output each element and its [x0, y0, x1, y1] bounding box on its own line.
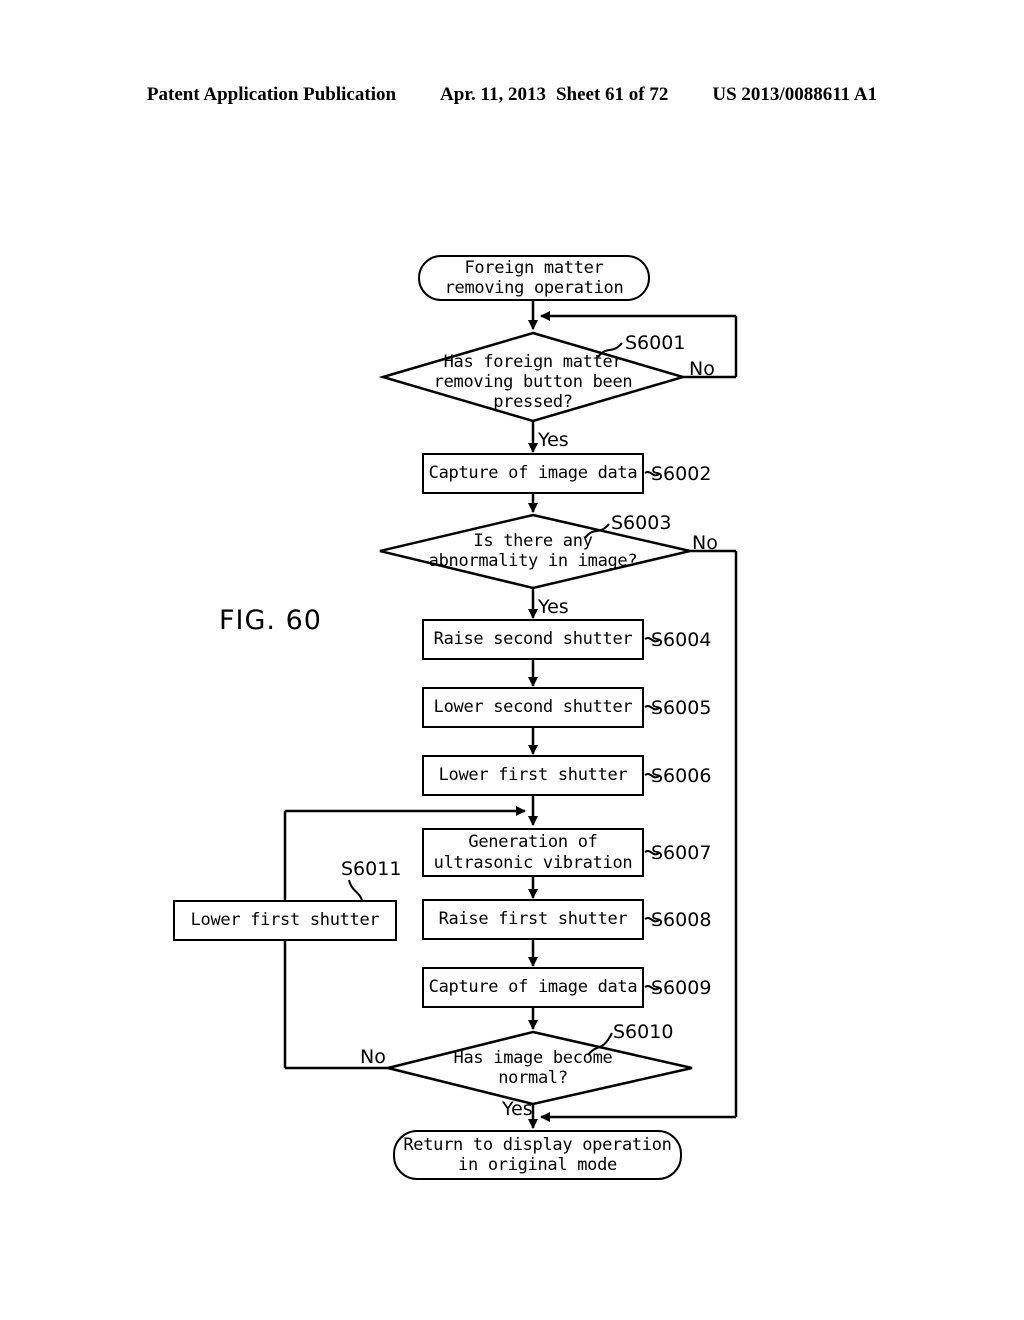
step-label-s6009: S6009 [651, 977, 712, 999]
step-label-s6008: S6008 [651, 909, 712, 931]
step-label-s6001: S6001 [625, 332, 686, 354]
branch-label-s6001-yes: Yes [538, 429, 569, 451]
step-label-s6007: S6007 [651, 842, 712, 864]
decision-text-s6001: Has foreign matter removing button been … [433, 352, 633, 413]
step-label-s6011: S6011 [341, 858, 402, 880]
terminal-end: Return to display operation in original … [393, 1130, 682, 1180]
decision-text-s6010: Has image become normal? [453, 1048, 613, 1089]
branch-label-s6003-no: No [692, 532, 718, 554]
branch-label-s6010-yes: Yes [502, 1098, 533, 1120]
decision-text-s6003: Is there any abnormality in image? [428, 531, 638, 572]
step-label-s6003: S6003 [611, 512, 672, 534]
step-label-s6005: S6005 [651, 697, 712, 719]
step-label-s6002: S6002 [651, 463, 712, 485]
process-box-s6011: Lower first shutter [173, 900, 397, 941]
process-box-s6009: Capture of image data [422, 967, 644, 1008]
process-box-s6005: Lower second shutter [422, 687, 644, 728]
step-label-s6004: S6004 [651, 629, 712, 651]
process-box-s6004: Raise second shutter [422, 619, 644, 660]
terminal-start: Foreign matter removing operation [418, 255, 650, 301]
process-box-s6002: Capture of image data [422, 453, 644, 494]
step-label-s6010: S6010 [613, 1021, 674, 1043]
flowchart-diagram: Foreign matter removing operation Has fo… [0, 0, 1024, 1320]
step-label-s6006: S6006 [651, 765, 712, 787]
process-box-s6007: Generation of ultrasonic vibration [422, 828, 644, 877]
leader-line-s6011 [348, 342, 660, 1056]
branch-label-s6003-yes: Yes [538, 596, 569, 618]
flowchart-connectors [283, 300, 738, 1129]
branch-label-s6001-no: No [689, 358, 715, 380]
process-box-s6008: Raise first shutter [422, 899, 644, 940]
branch-label-s6010-no: No [360, 1046, 386, 1068]
process-box-s6006: Lower first shutter [422, 755, 644, 796]
